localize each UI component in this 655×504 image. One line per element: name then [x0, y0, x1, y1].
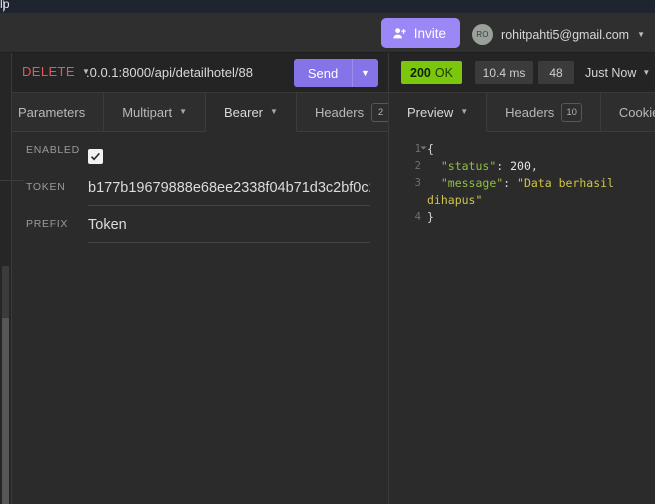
- chevron-down-icon: ▼: [460, 108, 468, 116]
- response-timestamp-menu[interactable]: Just Now ▼: [585, 66, 650, 80]
- code-line: 1{: [389, 141, 655, 158]
- chevron-down-icon: ▼: [270, 108, 278, 116]
- account-menu[interactable]: RO rohitpahti5@gmail.com ▼: [472, 24, 645, 45]
- request-url-bar: DELETE ▼ .0.0.1:8000/api/detailhotel/88 …: [0, 53, 388, 93]
- code-text: "message": "Data berhasil dihapus": [427, 175, 655, 209]
- send-button-label: Send: [294, 66, 352, 81]
- user-plus-icon: [392, 26, 407, 41]
- chevron-down-icon: ▼: [642, 69, 650, 77]
- form-row-prefix: PREFIX Token: [0, 207, 388, 244]
- send-options-button[interactable]: ▼: [352, 59, 378, 87]
- enabled-label: ENABLED: [26, 133, 88, 156]
- token-input[interactable]: b177b19679888e68ee2338f04b71d3c2bf0c2de1: [88, 170, 370, 206]
- code-text: }: [427, 209, 655, 226]
- code-token: {: [427, 142, 434, 156]
- response-size: 48: [538, 61, 574, 84]
- tab-parameters[interactable]: Parameters: [0, 93, 104, 131]
- tab-badge: 10: [561, 103, 582, 122]
- invite-button[interactable]: Invite: [381, 18, 460, 48]
- enabled-field: [88, 133, 370, 169]
- chevron-down-icon: ▼: [179, 108, 187, 116]
- request-panel: DELETE ▼ .0.0.1:8000/api/detailhotel/88 …: [0, 53, 388, 504]
- account-email: rohitpahti5@gmail.com: [501, 28, 629, 42]
- line-number: 4: [389, 209, 427, 226]
- code-token: :: [496, 159, 510, 173]
- code-line: 3 "message": "Data berhasil dihapus": [389, 175, 655, 209]
- response-status-bar: 200 OK 10.4 ms 48 Just Now ▼: [389, 53, 655, 93]
- gutter-divider: [0, 180, 24, 181]
- code-token: [427, 176, 441, 190]
- response-body-viewer[interactable]: 1{2 "status": 200,3 "message": "Data ber…: [389, 133, 655, 504]
- method-label: DELETE: [22, 64, 75, 79]
- code-token: ,: [531, 159, 538, 173]
- tab-label: Multipart: [122, 105, 172, 120]
- left-scrollbar-thumb[interactable]: [2, 318, 9, 504]
- code-token: [427, 159, 441, 173]
- prefix-input[interactable]: Token: [88, 207, 370, 243]
- response-panel: 200 OK 10.4 ms 48 Just Now ▼ Preview ▼ H…: [388, 53, 655, 504]
- code-text: "status": 200,: [427, 158, 655, 175]
- form-row-enabled: ENABLED: [0, 133, 388, 170]
- app-window: lp Invite RO rohitpahti5@gmail.com ▼ DE: [0, 0, 655, 504]
- tab-response-headers[interactable]: Headers 10: [487, 93, 601, 131]
- check-icon: [90, 151, 101, 162]
- url-input[interactable]: .0.0.1:8000/api/detailhotel/88: [86, 65, 253, 80]
- tab-label: Headers: [505, 105, 554, 120]
- status-code: 200: [410, 66, 431, 80]
- line-number: 3: [389, 175, 427, 209]
- left-rail-divider: [11, 53, 12, 504]
- fold-triangle-icon[interactable]: [421, 147, 427, 150]
- tab-label: Parameters: [18, 105, 85, 120]
- line-number: 1: [389, 141, 427, 158]
- avatar: RO: [472, 24, 493, 45]
- token-label: TOKEN: [26, 170, 88, 193]
- code-token: "message": [441, 176, 503, 190]
- left-scrollbar-cap: [2, 266, 9, 318]
- menu-strip: lp: [0, 0, 655, 13]
- line-number: 2: [389, 158, 427, 175]
- tab-cookies[interactable]: Cookies: [601, 93, 655, 131]
- status-badge: 200 OK: [401, 61, 462, 84]
- code-token: }: [427, 210, 434, 224]
- chevron-down-icon: ▼: [637, 31, 645, 39]
- tab-label: Cookies: [619, 105, 655, 120]
- tab-label: Headers: [315, 105, 364, 120]
- tab-label: Bearer: [224, 105, 263, 120]
- code-line: 2 "status": 200,: [389, 158, 655, 175]
- tab-bearer[interactable]: Bearer ▼: [206, 93, 297, 132]
- chevron-down-icon: ▼: [361, 69, 370, 78]
- response-time: 10.4 ms: [475, 61, 533, 84]
- tab-preview[interactable]: Preview ▼: [389, 93, 487, 132]
- code-token: "status": [441, 159, 496, 173]
- response-tabs: Preview ▼ Headers 10 Cookies: [389, 93, 655, 132]
- code-text: {: [427, 141, 655, 158]
- method-selector[interactable]: DELETE ▼: [22, 64, 90, 79]
- menu-help-partial[interactable]: lp: [0, 0, 10, 11]
- tab-label: Preview: [407, 105, 453, 120]
- header-bar: Invite RO rohitpahti5@gmail.com ▼: [0, 13, 655, 53]
- send-button[interactable]: Send ▼: [294, 59, 378, 87]
- code-token: :: [503, 176, 517, 190]
- enabled-checkbox[interactable]: [88, 149, 103, 164]
- form-row-token: TOKEN b177b19679888e68ee2338f04b71d3c2bf…: [0, 170, 388, 207]
- response-timestamp: Just Now: [585, 66, 636, 80]
- invite-button-label: Invite: [414, 26, 446, 41]
- code-line: 4}: [389, 209, 655, 226]
- bearer-auth-form: ENABLED TOKEN b177b19679888e68ee2338f04b…: [0, 133, 388, 244]
- request-tabs: Parameters Multipart ▼ Bearer ▼ Headers …: [0, 93, 388, 132]
- prefix-label: PREFIX: [26, 207, 88, 230]
- status-text: OK: [435, 66, 453, 80]
- tab-multipart[interactable]: Multipart ▼: [104, 93, 206, 131]
- code-token: 200: [510, 159, 531, 173]
